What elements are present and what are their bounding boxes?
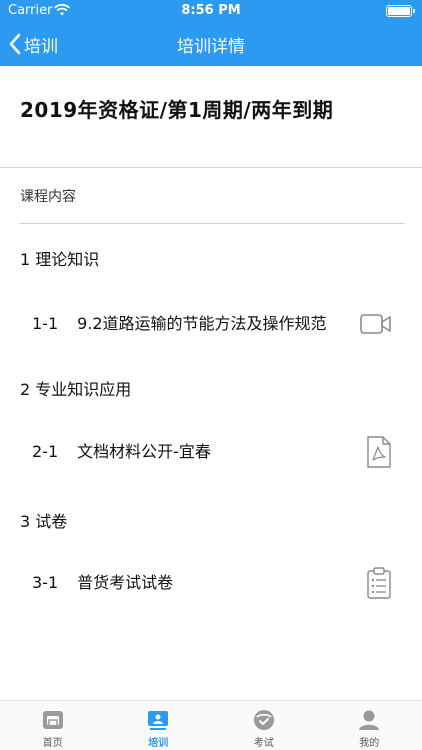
- tab-bar: 首页 培训 考试 我的: [0, 700, 422, 750]
- clipboard-icon: [367, 567, 391, 599]
- page-title: 培训详情: [177, 37, 245, 57]
- lesson-item[interactable]: 1-1 9.2道路运输的节能方法及操作规范: [32, 312, 392, 336]
- exam-icon: [253, 710, 274, 730]
- lesson-item[interactable]: 2-1 文档材料公开-宜春: [32, 436, 392, 468]
- lesson-title: 9.2道路运输的节能方法及操作规范: [77, 314, 327, 333]
- divider: [0, 167, 422, 168]
- course-title: 2019年资格证/第1周期/两年到期: [20, 98, 334, 122]
- video-camera-icon: [360, 314, 391, 334]
- lesson-code: 1-1: [32, 314, 59, 333]
- tab-label: 培训: [148, 738, 169, 749]
- lesson-code: 3-1: [32, 573, 59, 592]
- lesson-title: 文档材料公开-宜春: [77, 442, 211, 461]
- tab-exam[interactable]: 考试: [211, 701, 317, 750]
- divider: [20, 223, 404, 224]
- battery-icon: [386, 5, 415, 17]
- tab-training[interactable]: 培训: [106, 701, 212, 750]
- home-icon: [42, 711, 63, 729]
- lesson-item[interactable]: 3-1 普货考试试卷: [32, 567, 392, 599]
- status-time: 8:56 PM: [181, 3, 241, 18]
- lesson-title: 普货考试试卷: [77, 573, 174, 592]
- tab-label: 考试: [253, 738, 274, 749]
- tab-profile[interactable]: 我的: [317, 701, 422, 750]
- chapter-heading: 3 试卷: [20, 512, 68, 531]
- status-bar: Carrier 8:56 PM: [0, 0, 422, 22]
- profile-icon: [359, 710, 380, 730]
- tab-home[interactable]: 首页: [0, 701, 106, 750]
- section-label: 课程内容: [20, 189, 76, 205]
- tab-label: 首页: [42, 738, 63, 749]
- pdf-document-icon: [367, 436, 391, 468]
- nav-bar: 培训 培训详情: [0, 22, 422, 66]
- lesson-code: 2-1: [32, 442, 59, 461]
- app-header: Carrier 8:56 PM 培训 培训详情: [0, 0, 422, 66]
- chapter-heading: 2 专业知识应用: [20, 380, 132, 399]
- tab-label: 我的: [359, 738, 380, 749]
- training-icon: [148, 711, 169, 730]
- chapter-heading: 1 理论知识: [20, 250, 100, 269]
